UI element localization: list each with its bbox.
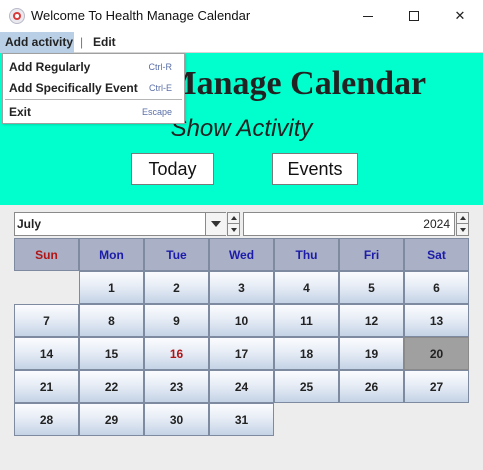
- menu-divider: [5, 99, 182, 100]
- add-activity-dropdown: Add Regularly Ctrl-R Add Specifically Ev…: [2, 53, 185, 124]
- maximize-button[interactable]: [391, 0, 437, 32]
- year-spin-down-button[interactable]: [457, 224, 468, 235]
- month-select-value: July: [17, 217, 42, 231]
- day-cell[interactable]: 7: [14, 304, 79, 337]
- weekday-header-tue: Tue: [144, 238, 209, 271]
- arrow-up-icon: [459, 216, 466, 220]
- day-cell[interactable]: 17: [209, 337, 274, 370]
- menu-separator: |: [80, 35, 84, 49]
- year-spin-up-button[interactable]: [457, 213, 468, 224]
- menu-item-shortcut: Ctrl-R: [148, 62, 173, 72]
- menu-edit[interactable]: Edit: [93, 35, 116, 49]
- arrow-down-icon: [230, 227, 237, 232]
- day-cell[interactable]: 25: [274, 370, 339, 403]
- close-button[interactable]: ✕: [437, 0, 483, 32]
- menu-item-label: Exit: [9, 105, 32, 119]
- day-cell[interactable]: 12: [339, 304, 404, 337]
- app-window: Welcome To Health Manage Calendar ✕ Add …: [0, 0, 483, 470]
- menu-item-shortcut: Escape: [141, 107, 172, 117]
- day-cell[interactable]: 30: [144, 403, 209, 436]
- day-cell[interactable]: 4: [274, 271, 339, 304]
- year-field[interactable]: 2024: [243, 212, 455, 236]
- menu-item-label: Add Regularly: [9, 60, 91, 74]
- close-icon: ✕: [454, 8, 466, 24]
- today-button[interactable]: Today: [131, 153, 214, 185]
- day-cell[interactable]: 16: [144, 337, 209, 370]
- day-cell[interactable]: 20: [404, 337, 469, 370]
- day-cell[interactable]: 29: [79, 403, 144, 436]
- weekday-header-sat: Sat: [404, 238, 469, 271]
- menu-item-label: Add Specifically Event: [9, 81, 138, 95]
- month-spin-down-button[interactable]: [228, 224, 239, 235]
- minimize-icon: [363, 15, 373, 17]
- events-button[interactable]: Events: [272, 153, 358, 185]
- day-cell[interactable]: 2: [144, 271, 209, 304]
- minimize-button[interactable]: [345, 0, 391, 32]
- calendar-grid: Sun Mon Tue Wed Thu Fri Sat 1 2 3 4 5 6 7 8 9 10 11 12 13 14…: [14, 238, 470, 438]
- day-cell[interactable]: 8: [79, 304, 144, 337]
- day-cell[interactable]: 19: [339, 337, 404, 370]
- day-cell[interactable]: 1: [79, 271, 144, 304]
- day-cell[interactable]: 26: [339, 370, 404, 403]
- weekday-header-thu: Thu: [274, 238, 339, 271]
- arrow-up-icon: [230, 216, 237, 220]
- month-select[interactable]: July: [14, 212, 226, 236]
- day-cell[interactable]: 27: [404, 370, 469, 403]
- weekday-header-sun: Sun: [14, 238, 79, 271]
- day-cell[interactable]: 31: [209, 403, 274, 436]
- month-spinner[interactable]: [227, 212, 240, 236]
- arrow-down-icon: [459, 227, 466, 232]
- menu-item-exit[interactable]: Exit Escape: [3, 102, 184, 122]
- app-icon: [9, 8, 25, 24]
- weekday-header-fri: Fri: [339, 238, 404, 271]
- day-cell[interactable]: 3: [209, 271, 274, 304]
- menu-bar: Add activity | Edit: [0, 32, 483, 53]
- day-cell[interactable]: 22: [79, 370, 144, 403]
- day-cell[interactable]: 18: [274, 337, 339, 370]
- menu-item-shortcut: Ctrl-E: [149, 83, 172, 93]
- day-cell[interactable]: 6: [404, 271, 469, 304]
- menu-item-add-regularly[interactable]: Add Regularly Ctrl-R: [3, 57, 184, 77]
- day-cell[interactable]: 14: [14, 337, 79, 370]
- day-cell[interactable]: 28: [14, 403, 79, 436]
- window-title: Welcome To Health Manage Calendar: [31, 8, 251, 23]
- day-cell[interactable]: 23: [144, 370, 209, 403]
- day-cell[interactable]: 9: [144, 304, 209, 337]
- title-bar[interactable]: Welcome To Health Manage Calendar ✕: [0, 0, 483, 32]
- weekday-header-mon: Mon: [79, 238, 144, 271]
- month-dropdown-button[interactable]: [205, 213, 226, 235]
- month-spin-up-button[interactable]: [228, 213, 239, 224]
- day-cell[interactable]: 11: [274, 304, 339, 337]
- chevron-down-icon: [211, 221, 221, 227]
- day-cell[interactable]: 24: [209, 370, 274, 403]
- day-cell[interactable]: 13: [404, 304, 469, 337]
- day-cell[interactable]: 5: [339, 271, 404, 304]
- day-cell[interactable]: 21: [14, 370, 79, 403]
- menu-item-add-specific-event[interactable]: Add Specifically Event Ctrl-E: [3, 78, 184, 98]
- year-spinner[interactable]: [456, 212, 469, 236]
- weekday-header-wed: Wed: [209, 238, 274, 271]
- menu-add-activity[interactable]: Add activity: [0, 32, 74, 53]
- day-cell[interactable]: 15: [79, 337, 144, 370]
- day-cell[interactable]: 10: [209, 304, 274, 337]
- maximize-icon: [409, 11, 419, 21]
